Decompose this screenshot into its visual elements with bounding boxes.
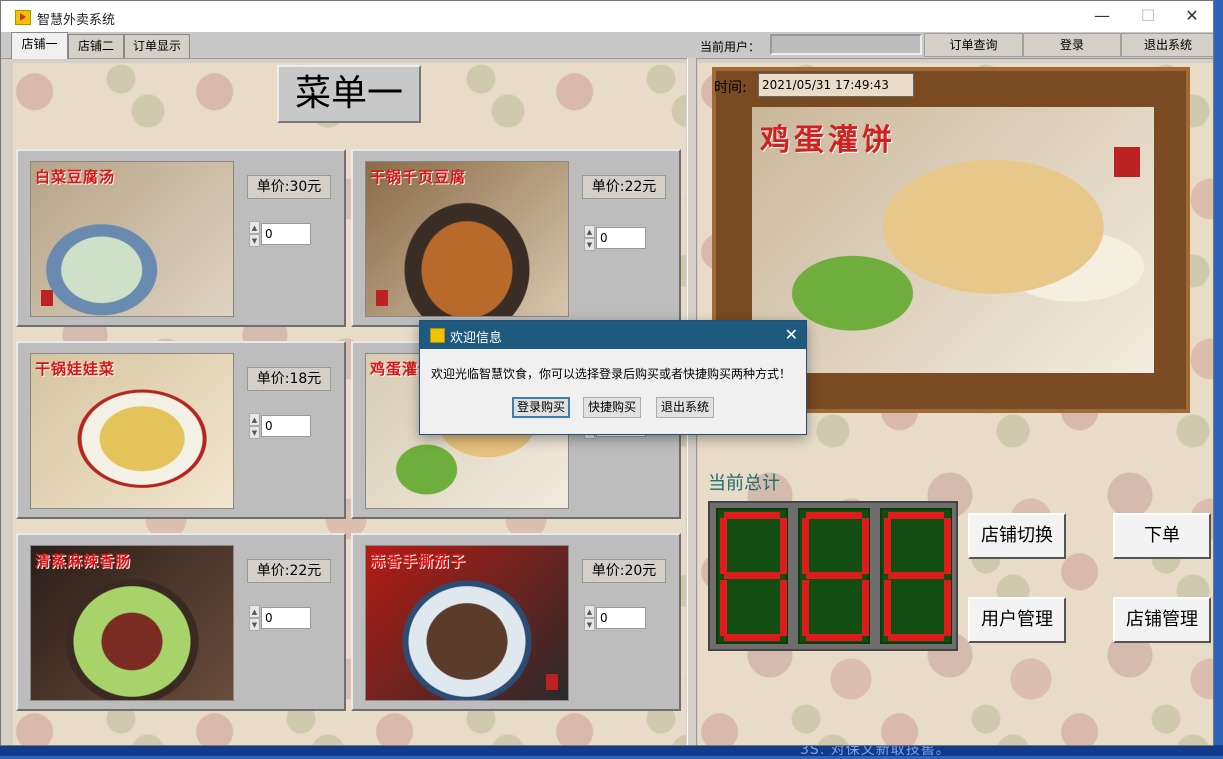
minimize-icon[interactable]: — [1079,1,1125,32]
spinner-up-icon[interactable]: ▲ [584,225,595,238]
app-icon [430,328,445,343]
spinner-down-icon[interactable]: ▼ [249,426,260,439]
dialog-title-bar[interactable]: 欢迎信息 ✕ [420,321,806,349]
seal-stamp [546,674,558,690]
dish-name: 干锅千页豆腐 [370,168,467,186]
total-digit [716,508,788,644]
spinner-up-icon[interactable]: ▲ [249,413,260,426]
quantity-stepper: ▲▼ 0 [584,605,646,631]
dialog-title: 欢迎信息 [450,331,503,346]
total-digit [880,508,952,644]
dialog-exit-button[interactable]: 退出系统 [656,397,714,418]
tab-store-one[interactable]: 店铺一 [11,32,68,59]
spinner-up-icon[interactable]: ▲ [249,605,260,618]
dish-card: 蒜香手撕茄子 单价:20元 ▲ ▼ 0 [351,533,681,711]
dish-name: 清蒸麻辣香肠 [35,552,132,570]
login-button[interactable]: 登录 [1023,33,1121,57]
current-user-field [770,34,922,55]
seal-stamp [1114,147,1140,177]
maximize-icon[interactable]: ☐ [1125,1,1171,32]
dish-name: 干锅娃娃菜 [35,360,116,378]
exit-button[interactable]: 退出系统 [1121,33,1213,57]
dish-price: 单价:30元 [247,175,331,199]
featured-dish-title: 鸡蛋灌饼 [760,123,896,158]
quantity-input[interactable]: 0 [261,415,311,437]
quantity-input[interactable]: 0 [596,227,646,249]
time-value: 2021/05/31 17:49:43 [758,73,914,97]
total-label: 当前总计 [708,473,780,494]
dish-price: 单价:22元 [582,175,666,199]
dish-card: 清蒸麻辣香肠 单价:22元 ▲ ▼ 0 [16,533,346,711]
seal-stamp [376,290,388,306]
dish-card: 干锅千页豆腐 单价:22元 ▲ ▼ 0 [351,149,681,327]
spinner-down-icon[interactable]: ▼ [249,618,260,631]
close-icon[interactable]: ✕ [785,325,798,344]
dish-card: 干锅娃娃菜 单价:18元 ▲ ▼ 0 [16,341,346,519]
dish-photo: 蒜香手撕茄子 [365,545,569,701]
toolbar: 店铺一 店铺二 订单显示 当前用户： 订单查询 登录 退出系统 [1,32,1213,59]
app-window: 智慧外卖系统 — ☐ ✕ 店铺一 店铺二 订单显示 当前用户： 订单查询 登录 … [0,0,1214,746]
spinner-down-icon[interactable]: ▼ [584,618,595,631]
quantity-stepper: ▲▼ 0 [249,605,311,631]
place-order-button[interactable]: 下单 [1113,513,1211,559]
dish-photo: 干锅千页豆腐 [365,161,569,317]
spinner-up-icon[interactable]: ▲ [249,221,260,234]
quantity-input[interactable]: 0 [261,607,311,629]
seal-stamp [41,290,53,306]
dish-price: 单价:18元 [247,367,331,391]
dish-name: 白菜豆腐汤 [35,168,116,186]
spinner-up-icon[interactable]: ▲ [584,605,595,618]
current-user-label: 当前用户： [700,40,761,54]
dish-price: 单价:20元 [582,559,666,583]
quick-buy-button[interactable]: 快捷购买 [583,397,641,418]
quantity-stepper: ▲▼ 0 [249,221,311,247]
close-icon[interactable]: ✕ [1169,1,1213,32]
tab-order-display[interactable]: 订单显示 [124,34,190,58]
dish-price: 单价:22元 [247,559,331,583]
title-bar[interactable]: 智慧外卖系统 — ☐ ✕ [1,1,1213,32]
featured-dish-photo: 鸡蛋灌饼 [752,107,1154,373]
spinner-down-icon[interactable]: ▼ [584,238,595,251]
quantity-input[interactable]: 0 [596,607,646,629]
dish-photo: 干锅娃娃菜 [30,353,234,509]
spinner-down-icon[interactable]: ▼ [249,234,260,247]
dish-photo: 白菜豆腐汤 [30,161,234,317]
total-digit [798,508,870,644]
time-label: 时间: [714,80,747,96]
app-icon [15,10,31,25]
store-management-button[interactable]: 店铺管理 [1113,597,1211,643]
window-title: 智慧外卖系统 [37,13,116,28]
dialog-message: 欢迎光临智慧饮食，你可以选择登录后购买或者快捷购买两种方式！ [431,367,792,381]
dish-name: 蒜香手撕茄子 [370,552,467,570]
quantity-stepper: ▲▼ 0 [249,413,311,439]
order-query-button[interactable]: 订单查询 [924,33,1023,57]
menu-title: 菜单一 [277,65,421,123]
dish-card: 白菜豆腐汤 单价:30元 ▲ ▼ 0 [16,149,346,327]
dish-photo: 清蒸麻辣香肠 [30,545,234,701]
desktop-bottom-strip [0,745,1223,756]
total-display [708,501,958,651]
quantity-input[interactable]: 0 [261,223,311,245]
tab-store-two[interactable]: 店铺二 [68,34,124,58]
user-management-button[interactable]: 用户管理 [968,597,1066,643]
quantity-stepper: ▲▼ 0 [584,225,646,251]
switch-store-button[interactable]: 店铺切换 [968,513,1066,559]
login-buy-button[interactable]: 登录购买 [512,397,570,418]
welcome-dialog: 欢迎信息 ✕ 欢迎光临智慧饮食，你可以选择登录后购买或者快捷购买两种方式！ 登录… [419,320,807,435]
